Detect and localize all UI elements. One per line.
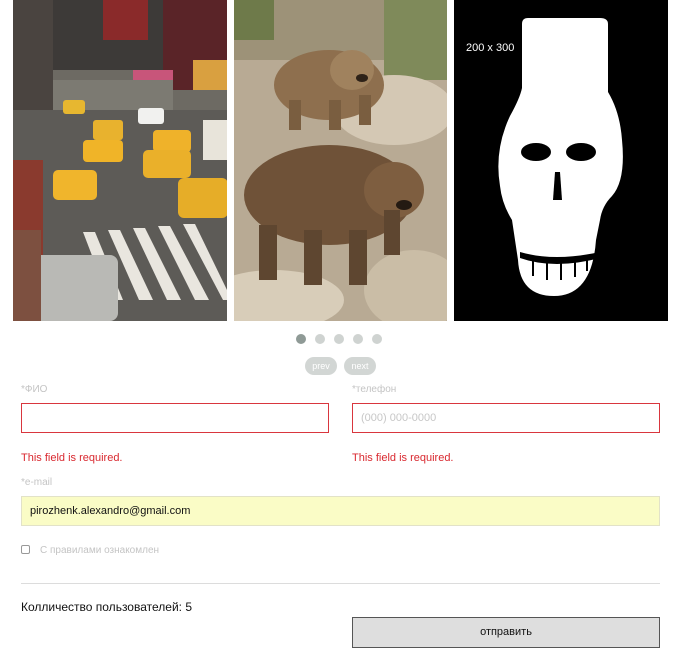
carousel-dot-1[interactable]	[296, 334, 306, 344]
users-count-text: Колличество пользователей: 5	[21, 600, 192, 614]
carousel-dot-2[interactable]	[315, 334, 325, 344]
prev-button[interactable]: prev	[305, 357, 337, 375]
email-input[interactable]	[21, 496, 660, 526]
fio-label: *ФИО	[21, 384, 48, 395]
submit-button[interactable]: отправить	[352, 617, 660, 648]
carousel-dot-3[interactable]	[334, 334, 344, 344]
phone-error: This field is required.	[352, 452, 454, 464]
carousel-dot-5[interactable]	[372, 334, 382, 344]
placeholder-size-label: 200 x 300	[466, 42, 515, 54]
carousel-pagination	[296, 334, 382, 346]
agree-label: С правилами ознакомлен	[40, 545, 160, 556]
phone-label: *телефон	[352, 384, 397, 395]
skull-placeholder-image: 200 x 300	[454, 0, 668, 321]
phone-input[interactable]	[352, 403, 660, 433]
fio-input[interactable]	[21, 403, 329, 433]
divider	[21, 583, 660, 584]
fio-error: This field is required.	[21, 452, 123, 464]
next-button[interactable]: next	[344, 357, 376, 375]
carousel-dot-4[interactable]	[353, 334, 363, 344]
email-label: *e-mail	[21, 477, 53, 488]
bears-photo	[234, 0, 447, 321]
city-street-photo	[13, 0, 227, 321]
image-carousel[interactable]: 200 x 300	[13, 0, 668, 321]
agree-checkbox[interactable]	[21, 545, 30, 554]
